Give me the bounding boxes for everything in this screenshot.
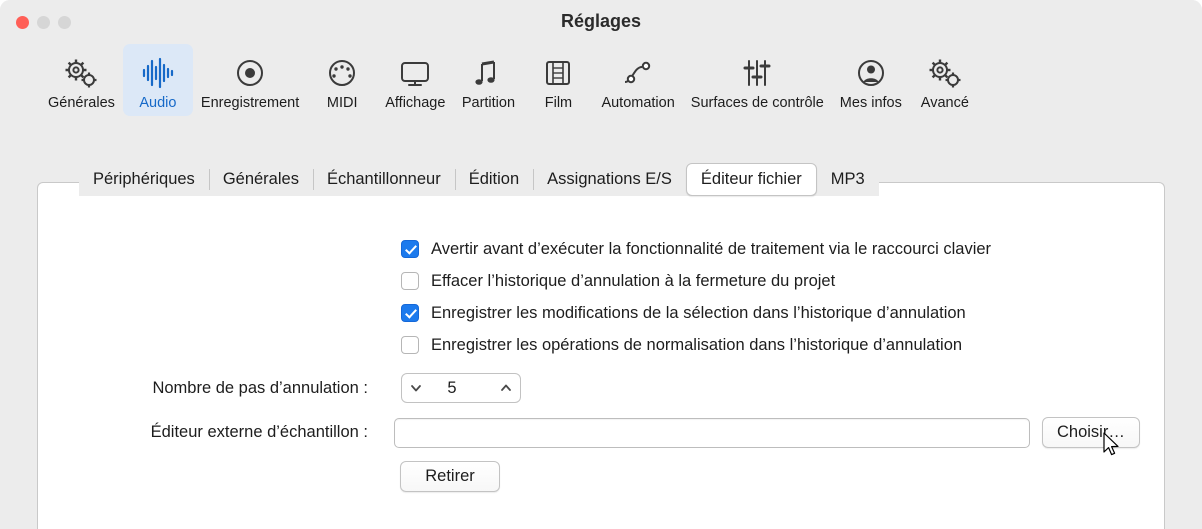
settings-window: Réglages Générales Audio Enregistrement … — [0, 0, 1202, 529]
toolbar-item-label: Avancé — [920, 95, 969, 111]
tab-label: MP3 — [830, 170, 865, 188]
tab-label: Édition — [468, 170, 520, 188]
tab-label: Échantillonneur — [326, 170, 441, 188]
tab-mp3[interactable]: MP3 — [817, 163, 879, 196]
tab-echantillonneur[interactable]: Échantillonneur — [312, 163, 455, 196]
midi-dial-icon — [322, 52, 362, 94]
external-editor-row: Éditeur externe d’échantillon : Choisir… — [63, 417, 1140, 448]
music-notes-icon — [468, 52, 508, 94]
file-editor-options-group: Avertir avant d’exécuter la fonctionnali… — [401, 233, 991, 361]
toolbar-item-generales[interactable]: Générales — [40, 44, 123, 116]
checkbox-row-clear-undo-history[interactable]: Effacer l’historique d’annulation à la f… — [401, 265, 991, 297]
undo-steps-value: 5 — [447, 378, 457, 397]
film-strip-icon — [538, 52, 578, 94]
toolbar-item-affichage[interactable]: Affichage — [377, 44, 453, 116]
toolbar-item-label: Surfaces de contrôle — [690, 95, 824, 111]
checkbox-label: Enregistrer les opérations de normalisat… — [431, 335, 963, 354]
tab-peripheriques[interactable]: Périphériques — [79, 163, 209, 196]
toolbar-item-label: Film — [544, 95, 573, 111]
display-monitor-icon — [395, 52, 435, 94]
tab-label: Périphériques — [93, 170, 195, 188]
toolbar-item-label: MIDI — [326, 95, 358, 111]
gears-advanced-icon — [925, 52, 965, 94]
toolbar-item-label: Mes infos — [839, 95, 902, 111]
checkbox-row-record-normalize-operations[interactable]: Enregistrer les opérations de normalisat… — [401, 329, 991, 361]
toolbar-item-label: Générales — [48, 95, 115, 111]
record-circle-icon — [230, 52, 270, 94]
toolbar-item-mes-infos[interactable]: Mes infos — [832, 44, 910, 116]
checkbox-row-warn-before-processing[interactable]: Avertir avant d’exécuter la fonctionnali… — [401, 233, 991, 265]
chevron-down-icon[interactable] — [402, 381, 430, 395]
settings-pane: Avertir avant d’exécuter la fonctionnali… — [37, 182, 1165, 529]
toolbar-item-film[interactable]: Film — [523, 44, 593, 116]
toolbar-item-avance[interactable]: Avancé — [910, 44, 980, 116]
tab-label: Générales — [222, 170, 299, 188]
checkbox-label: Avertir avant d’exécuter la fonctionnali… — [431, 239, 992, 258]
audio-settings-tabs: Périphériques Générales Échantillonneur … — [79, 163, 879, 196]
checkbox-record-normalize-operations[interactable] — [401, 336, 419, 354]
toolbar-item-partition[interactable]: Partition — [453, 44, 523, 116]
choose-button[interactable]: Choisir… — [1042, 417, 1140, 448]
tab-label: Éditeur fichier — [700, 170, 802, 188]
sliders-icon — [737, 52, 777, 94]
automation-curve-icon — [618, 52, 658, 94]
toolbar-item-automation[interactable]: Automation — [593, 44, 682, 116]
checkbox-record-selection-changes[interactable] — [401, 304, 419, 322]
tab-editeur-fichier[interactable]: Éditeur fichier — [685, 163, 817, 196]
checkbox-row-record-selection-changes[interactable]: Enregistrer les modifications de la séle… — [401, 297, 991, 329]
tab-label: Assignations E/S — [547, 170, 672, 188]
chevron-up-icon[interactable] — [492, 381, 520, 395]
toolbar-item-surfaces-de-controle[interactable]: Surfaces de contrôle — [683, 44, 832, 116]
toolbar-item-label: Automation — [601, 95, 675, 111]
title-bar: Réglages — [0, 0, 1202, 44]
window-title: Réglages — [560, 11, 642, 31]
toolbar-item-audio[interactable]: Audio — [122, 44, 193, 116]
toolbar-item-label: Enregistrement — [200, 95, 300, 111]
external-editor-label: Éditeur externe d’échantillon : — [150, 423, 368, 441]
waveform-icon — [138, 52, 178, 94]
external-editor-input[interactable] — [394, 417, 1030, 448]
gears-icon — [61, 52, 101, 94]
tab-edition[interactable]: Édition — [454, 163, 533, 196]
toolbar-item-midi[interactable]: MIDI — [307, 44, 377, 116]
undo-steps-row: Nombre de pas d’annulation : 5 — [68, 373, 528, 403]
checkbox-warn-before-processing[interactable] — [401, 240, 419, 258]
toolbar-item-label: Audio — [139, 95, 177, 111]
toolbar-item-label: Affichage — [385, 95, 446, 111]
person-circle-icon — [851, 52, 891, 94]
tab-assignations-es[interactable]: Assignations E/S — [533, 163, 686, 196]
checkbox-clear-undo-history[interactable] — [401, 272, 419, 290]
checkbox-label: Effacer l’historique d’annulation à la f… — [431, 271, 836, 290]
checkbox-label: Enregistrer les modifications de la séle… — [431, 303, 966, 322]
toolbar-item-label: Partition — [461, 95, 516, 111]
tab-generales[interactable]: Générales — [208, 163, 313, 196]
undo-steps-stepper[interactable]: 5 — [401, 373, 521, 403]
undo-steps-label: Nombre de pas d’annulation : — [152, 378, 368, 397]
settings-toolbar: Générales Audio Enregistrement MIDI Affi… — [0, 44, 1202, 127]
toolbar-item-enregistrement[interactable]: Enregistrement — [193, 44, 307, 116]
remove-button[interactable]: Retirer — [400, 461, 500, 492]
